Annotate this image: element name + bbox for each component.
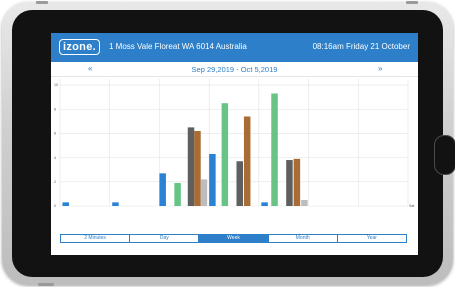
tablet-bottom-button — [38, 283, 54, 286]
y-tick-label: 6 — [54, 132, 56, 136]
tablet-top-button — [36, 1, 48, 4]
bar-green — [221, 103, 229, 206]
bar-brown — [194, 131, 201, 206]
site-address: 1 Moss Vale Floreat WA 6014 Australia — [109, 42, 247, 51]
clock: 08:16am Friday 21 October — [312, 42, 410, 51]
bar-dark-gray — [286, 160, 293, 206]
tab-month[interactable]: Month — [269, 235, 338, 242]
tab-2-minutes[interactable]: 2 Minutes — [61, 235, 131, 242]
y-tick-label: 4 — [54, 156, 56, 160]
y-tick-label: 2 — [54, 180, 56, 184]
tablet-top-right-button — [406, 1, 418, 4]
y-tick-label: 0 — [54, 204, 56, 208]
bar-light-gray — [200, 179, 208, 206]
izone-logo: izone. — [59, 39, 100, 55]
app-screen: izone. 1 Moss Vale Floreat WA 6014 Austr… — [51, 33, 418, 255]
bar-blue — [261, 202, 268, 206]
double-chevron-right-icon[interactable]: » — [378, 64, 382, 73]
period-tabs: 2 Minutes Day Week Month Year — [60, 234, 407, 243]
date-range-bar: « Sep 29,2019 - Oct 5,2019 » — [51, 62, 418, 77]
bar-blue — [159, 173, 166, 206]
tab-year[interactable]: Year — [338, 235, 406, 242]
tab-day[interactable]: Day — [130, 235, 200, 242]
y-tick-label: 8 — [54, 107, 56, 111]
x-end-label: Sat — [409, 204, 414, 208]
bar-dark-gray — [236, 161, 243, 206]
tab-week[interactable]: Week — [199, 235, 269, 242]
bar-brown — [243, 116, 251, 206]
app-header: izone. 1 Moss Vale Floreat WA 6014 Austr… — [51, 33, 418, 62]
date-range-label: Sep 29,2019 - Oct 5,2019 — [191, 65, 278, 74]
bar-blue — [112, 202, 119, 206]
bar-blue — [209, 153, 216, 206]
bar-brown — [293, 158, 301, 206]
bar-light-gray — [301, 199, 308, 206]
bar-green — [174, 183, 181, 206]
usage-bar-chart: 0 2 4 6 8 10 Sat — [54, 79, 414, 208]
y-tick-label: 10 — [54, 83, 58, 87]
bar-dark-gray — [187, 127, 195, 206]
home-button[interactable] — [434, 135, 455, 175]
bar-blue — [62, 202, 69, 206]
bar-green — [271, 93, 278, 206]
